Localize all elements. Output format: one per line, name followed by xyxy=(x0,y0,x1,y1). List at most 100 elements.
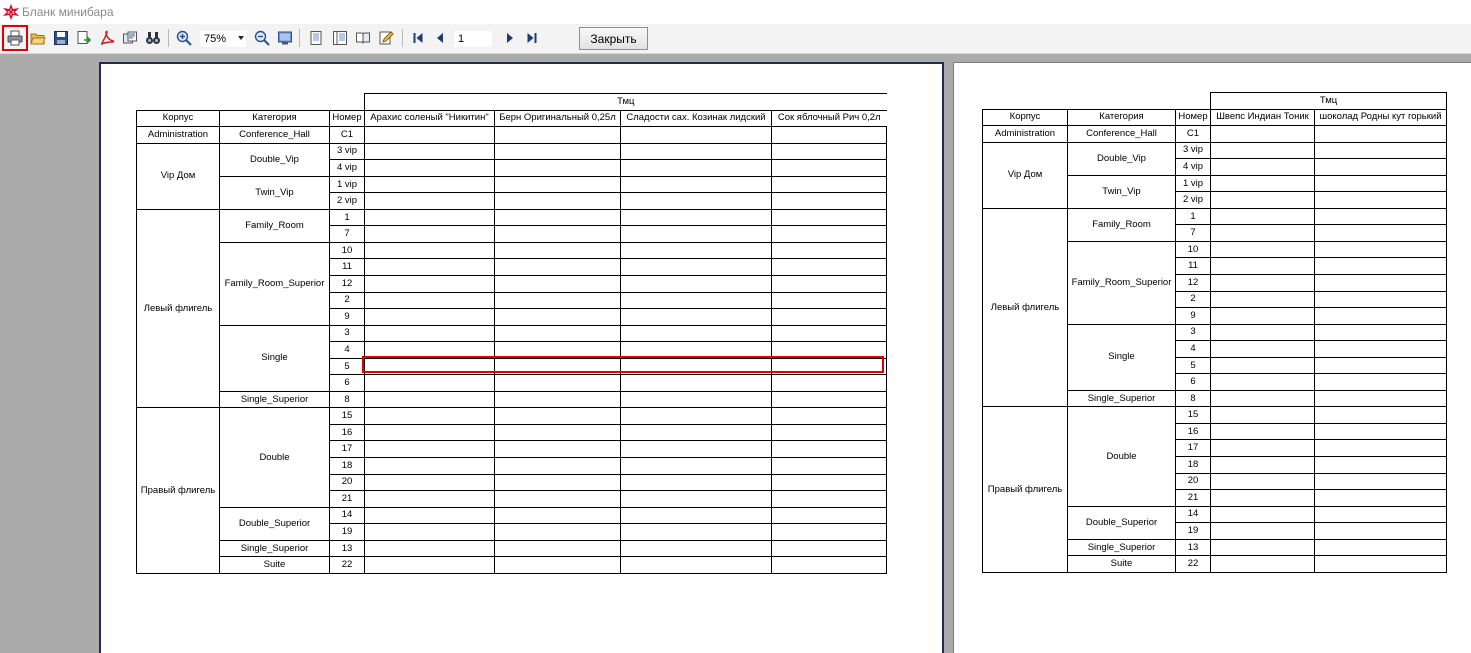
full-screen-button[interactable] xyxy=(275,28,295,48)
quantity-cell[interactable] xyxy=(1210,489,1315,507)
quantity-cell[interactable] xyxy=(1210,174,1315,193)
quantity-cell[interactable] xyxy=(494,357,621,376)
quantity-cell[interactable] xyxy=(364,523,495,541)
quantity-cell[interactable] xyxy=(771,490,887,508)
quantity-cell[interactable] xyxy=(1314,422,1447,441)
quantity-cell[interactable] xyxy=(1314,141,1447,160)
quantity-cell[interactable] xyxy=(771,126,887,144)
quantity-cell[interactable] xyxy=(1210,472,1315,491)
quantity-cell[interactable] xyxy=(620,175,772,194)
quantity-cell[interactable] xyxy=(620,390,772,409)
quantity-cell[interactable] xyxy=(620,291,772,310)
zoom-select[interactable]: 75% xyxy=(199,30,247,48)
save-button[interactable] xyxy=(51,28,71,48)
quantity-cell[interactable] xyxy=(1210,290,1315,309)
quantity-cell[interactable] xyxy=(1210,141,1315,160)
quantity-cell[interactable] xyxy=(364,126,495,144)
quantity-cell[interactable] xyxy=(771,308,887,326)
quantity-cell[interactable] xyxy=(494,241,621,260)
quantity-cell[interactable] xyxy=(1314,456,1447,474)
quantity-cell[interactable] xyxy=(494,556,621,574)
quantity-cell[interactable] xyxy=(1314,555,1447,573)
table-row[interactable]: Single_Superior 8 xyxy=(137,390,887,409)
quantity-cell[interactable] xyxy=(1210,191,1315,209)
quantity-cell[interactable] xyxy=(771,374,887,392)
quantity-cell[interactable] xyxy=(620,258,772,277)
quantity-cell[interactable] xyxy=(1314,158,1447,176)
quantity-cell[interactable] xyxy=(771,341,887,359)
quantity-cell[interactable] xyxy=(1314,389,1447,408)
quantity-cell[interactable] xyxy=(494,473,621,492)
prev-page-button[interactable] xyxy=(430,28,450,48)
quantity-cell[interactable] xyxy=(494,523,621,541)
quantity-cell[interactable] xyxy=(494,291,621,310)
edit-button[interactable] xyxy=(376,28,396,48)
quantity-cell[interactable] xyxy=(494,440,621,459)
quantity-cell[interactable] xyxy=(1210,422,1315,441)
quantity-cell[interactable] xyxy=(620,308,772,326)
quantity-cell[interactable] xyxy=(364,539,495,558)
quantity-cell[interactable] xyxy=(620,208,772,227)
quantity-cell[interactable] xyxy=(620,126,772,144)
quantity-cell[interactable] xyxy=(620,490,772,508)
quantity-cell[interactable] xyxy=(1210,323,1315,342)
print-button[interactable] xyxy=(2,25,28,51)
export-button[interactable] xyxy=(74,28,94,48)
quantity-cell[interactable] xyxy=(364,390,495,409)
table-row[interactable]: Vip Дом Double_Vip 3 vip xyxy=(982,141,1447,209)
quantity-cell[interactable] xyxy=(494,208,621,227)
table-row[interactable]: Administration Conference_Hall C1 xyxy=(982,125,1447,143)
quantity-cell[interactable] xyxy=(494,324,621,343)
quantity-cell[interactable] xyxy=(1314,274,1447,292)
quantity-cell[interactable] xyxy=(364,275,495,293)
quantity-cell[interactable] xyxy=(494,225,621,243)
table-row[interactable]: Vip Дом Double_Vip 3 vip xyxy=(136,142,887,210)
table-row[interactable]: Twin_Vip 1 vip xyxy=(137,175,887,210)
quantity-cell[interactable] xyxy=(1314,224,1447,242)
quantity-cell[interactable] xyxy=(620,357,772,376)
quantity-cell[interactable] xyxy=(364,159,495,177)
quantity-cell[interactable] xyxy=(494,539,621,558)
thumbnails-button[interactable] xyxy=(353,28,373,48)
quantity-cell[interactable] xyxy=(1210,307,1315,325)
quantity-cell[interactable] xyxy=(1314,439,1447,458)
quantity-cell[interactable] xyxy=(771,159,887,177)
quantity-cell[interactable] xyxy=(771,423,887,442)
quantity-cell[interactable] xyxy=(1314,174,1447,193)
table-row[interactable]: Правый флигель Double 15 xyxy=(982,406,1447,573)
quantity-cell[interactable] xyxy=(1314,207,1447,226)
quantity-cell[interactable] xyxy=(494,175,621,194)
last-page-button[interactable] xyxy=(522,28,542,48)
quantity-cell[interactable] xyxy=(620,324,772,343)
quantity-cell[interactable] xyxy=(494,490,621,508)
quantity-cell[interactable] xyxy=(620,241,772,260)
quantity-cell[interactable] xyxy=(771,473,887,492)
quantity-cell[interactable] xyxy=(494,341,621,359)
quantity-cell[interactable] xyxy=(620,440,772,459)
quantity-cell[interactable] xyxy=(1210,240,1315,259)
zoom-in-button[interactable] xyxy=(174,28,194,48)
find-button[interactable] xyxy=(143,28,163,48)
quantity-cell[interactable] xyxy=(364,208,495,227)
quantity-cell[interactable] xyxy=(1210,356,1315,375)
quantity-cell[interactable] xyxy=(771,192,887,210)
quantity-cell[interactable] xyxy=(620,374,772,392)
quantity-cell[interactable] xyxy=(771,208,887,227)
quantity-cell[interactable] xyxy=(1210,538,1315,557)
quantity-cell[interactable] xyxy=(1314,472,1447,491)
quantity-cell[interactable] xyxy=(1314,538,1447,557)
quantity-cell[interactable] xyxy=(1210,505,1315,524)
quantity-cell[interactable] xyxy=(771,556,887,574)
quantity-cell[interactable] xyxy=(620,407,772,425)
quantity-cell[interactable] xyxy=(771,357,887,376)
next-page-button[interactable] xyxy=(500,28,520,48)
quantity-cell[interactable] xyxy=(1210,389,1315,408)
quantity-cell[interactable] xyxy=(771,390,887,409)
quantity-cell[interactable] xyxy=(620,142,772,161)
quantity-cell[interactable] xyxy=(1314,406,1447,424)
quantity-cell[interactable] xyxy=(771,539,887,558)
quantity-cell[interactable] xyxy=(771,175,887,194)
quantity-cell[interactable] xyxy=(771,225,887,243)
quantity-cell[interactable] xyxy=(494,126,621,144)
quantity-cell[interactable] xyxy=(494,423,621,442)
